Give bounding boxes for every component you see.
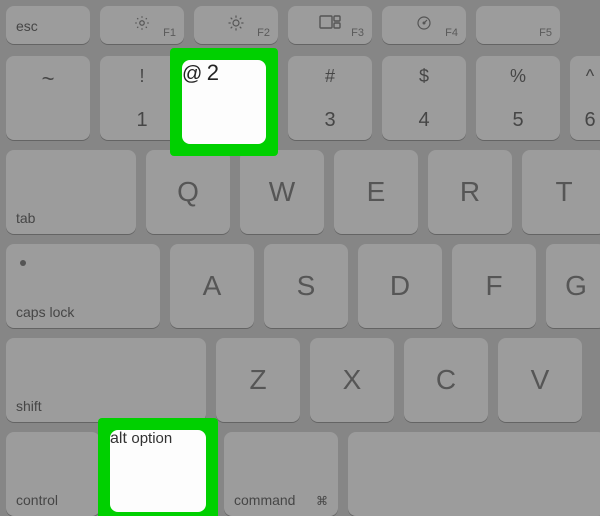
key-label: F3 [351,27,364,39]
key-t[interactable]: T [522,150,600,234]
key-label: F4 [445,27,458,39]
key-e[interactable]: E [334,150,418,234]
key-label: Q [177,176,199,208]
key-q[interactable]: Q [146,150,230,234]
key-label: Z [249,364,266,396]
key-f[interactable]: F [452,244,536,328]
brightness-down-icon [133,14,151,32]
key-label: esc [16,18,38,34]
key-v[interactable]: V [498,338,582,422]
command-glyph-icon: ⌘ [316,494,328,508]
key-s[interactable]: S [264,244,348,328]
key-f3[interactable]: F3 [288,6,372,44]
key-label: F [485,270,502,302]
key-symbol-bottom: 6 [570,109,600,132]
key-6[interactable]: ^ 6 [570,56,600,140]
key-label: control [16,492,58,508]
key-r[interactable]: R [428,150,512,234]
key-option[interactable]: alt option [110,430,206,512]
key-f2[interactable]: F2 [194,6,278,44]
key-label: caps lock [16,304,74,320]
key-symbol-top: $ [382,66,466,87]
dashboard-icon [415,14,433,32]
highlight-2-key: @ 2 [170,48,278,156]
keyboard-stage: esc F1 F2 [0,0,600,516]
key-control[interactable]: control [6,432,100,516]
key-label: T [555,176,572,208]
key-label: V [531,364,550,396]
key-3[interactable]: # 3 [288,56,372,140]
key-x[interactable]: X [310,338,394,422]
key-symbol-top: ~ [6,66,90,92]
key-f5[interactable]: F5 [476,6,560,44]
key-label: W [269,176,295,208]
key-symbol-top: @ [182,63,202,85]
highlight-option-key: alt option [98,418,218,516]
key-f1[interactable]: F1 [100,6,184,44]
key-z[interactable]: Z [216,338,300,422]
key-symbol-bottom: 2 [207,60,219,85]
key-small-label: alt [110,430,127,447]
key-label: command [234,492,295,508]
key-a[interactable]: A [170,244,254,328]
key-esc[interactable]: esc [6,6,90,44]
key-symbol-bottom: 3 [288,109,372,132]
key-label: R [460,176,480,208]
key-symbol-top: # [288,66,372,87]
key-label: D [390,270,410,302]
key-c[interactable]: C [404,338,488,422]
key-label: X [343,364,362,396]
mission-control-icon [319,14,341,30]
key-label: A [203,270,222,302]
key-5[interactable]: % 5 [476,56,560,140]
key-label: F5 [539,27,552,39]
key-g[interactable]: G [546,244,600,328]
key-tab[interactable]: tab [6,150,136,234]
key-d[interactable]: D [358,244,442,328]
key-label: option [131,430,172,447]
key-label: G [565,270,587,302]
key-symbol-bottom: 4 [382,109,466,132]
key-2[interactable]: @ 2 [182,60,266,144]
key-command[interactable]: command ⌘ [224,432,338,516]
key-label: tab [16,210,35,226]
key-label: shift [16,398,42,414]
key-label: E [367,176,386,208]
key-shift[interactable]: shift [6,338,206,422]
capslock-indicator-icon [20,260,26,266]
key-w[interactable]: W [240,150,324,234]
key-tilde[interactable]: ~ [6,56,90,140]
key-label: S [297,270,316,302]
key-symbol-bottom: 5 [476,109,560,132]
key-f4[interactable]: F4 [382,6,466,44]
key-space[interactable] [348,432,600,516]
key-symbol-top: ^ [570,66,600,87]
key-label: F2 [257,27,270,39]
key-symbol-top: % [476,66,560,87]
key-label: C [436,364,456,396]
key-label: F1 [163,27,176,39]
brightness-up-icon [227,14,245,32]
key-capslock[interactable]: caps lock [6,244,160,328]
key-4[interactable]: $ 4 [382,56,466,140]
